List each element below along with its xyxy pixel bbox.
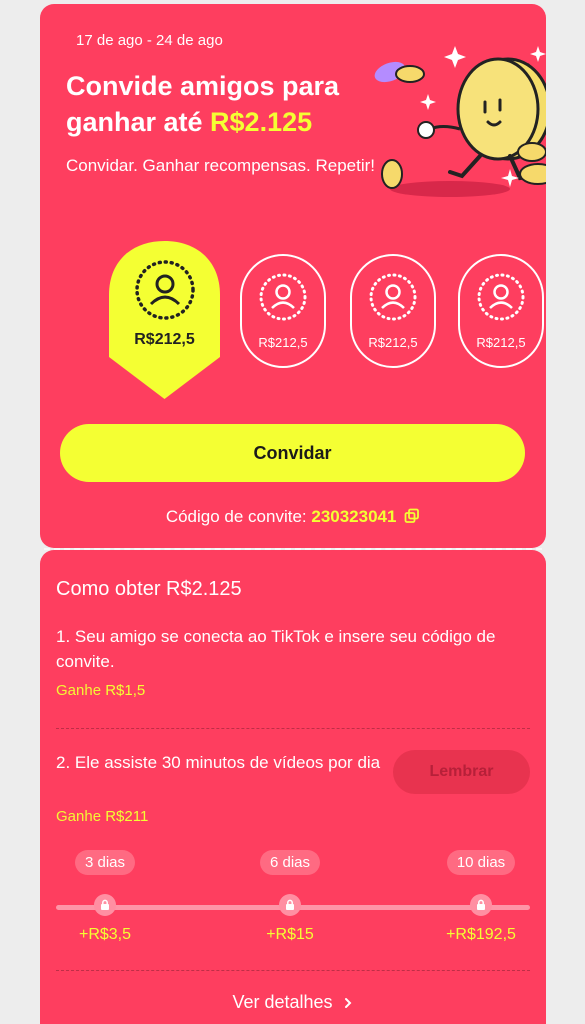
reward-value: R$211 bbox=[105, 808, 149, 825]
reward-step[interactable]: R$212,5 bbox=[458, 254, 544, 368]
milestone-gain: +R$3,5 bbox=[78, 926, 132, 943]
lock-icon bbox=[470, 894, 492, 916]
how-to-earn-card: Como obter R$2.125 1. Seu amigo se conec… bbox=[40, 550, 546, 1024]
remind-button[interactable]: Lembrar bbox=[393, 750, 530, 794]
reward-step[interactable]: R$212,5 bbox=[350, 254, 436, 368]
task-2-text: 2. Ele assiste 30 minutos de vídeos por … bbox=[56, 753, 381, 772]
milestone-gain: +R$192,5 bbox=[446, 926, 516, 943]
lock-icon bbox=[279, 894, 301, 916]
user-icon bbox=[134, 260, 195, 320]
invite-code-label: Código de convite: bbox=[165, 507, 312, 526]
reward-steps: R$212,5 R$212,5 R$212,5 R$212,5 bbox=[40, 239, 546, 409]
see-details-link[interactable]: Ver detalhes bbox=[40, 992, 546, 1013]
see-details-label: Ver detalhes bbox=[232, 992, 333, 1012]
copy-icon[interactable] bbox=[404, 508, 420, 524]
headline: Convide amigos para ganhar até R$2.125 bbox=[66, 68, 386, 140]
subtitle: Convidar. Ganhar recompensas. Repetir! bbox=[66, 156, 375, 175]
task-1-reward: Ganhe R$1,5 bbox=[56, 682, 145, 699]
step-amount: R$212,5 bbox=[476, 335, 526, 350]
milestone-days: 6 dias bbox=[259, 850, 321, 875]
milestone-gain: +R$15 bbox=[266, 926, 314, 943]
milestone: 10 dias +R$192,5 bbox=[431, 850, 531, 943]
reward-label: Ganhe bbox=[56, 682, 106, 699]
how-title: Como obter R$2.125 bbox=[56, 578, 242, 600]
reward-value: R$1,5 bbox=[105, 682, 146, 699]
milestone-days: 10 dias bbox=[446, 850, 516, 875]
divider bbox=[56, 970, 530, 971]
invite-card: 17 de ago - 24 de ago Convide amigos par… bbox=[40, 4, 546, 548]
step-amount: R$212,5 bbox=[368, 335, 418, 350]
milestone-days: 3 dias bbox=[74, 850, 136, 875]
user-icon bbox=[477, 273, 525, 321]
reward-label: Ganhe bbox=[56, 808, 106, 825]
step-amount: R$212,5 bbox=[258, 335, 308, 350]
user-icon bbox=[369, 273, 417, 321]
user-icon bbox=[259, 273, 307, 321]
divider bbox=[56, 728, 530, 729]
reward-step[interactable]: R$212,5 bbox=[240, 254, 326, 368]
headline-amount: R$2.125 bbox=[210, 107, 313, 137]
task-2-reward: Ganhe R$211 bbox=[56, 808, 148, 825]
coin-mascot-illustration bbox=[374, 46, 546, 197]
chevron-right-icon bbox=[344, 998, 351, 1008]
invite-button[interactable]: Convidar bbox=[60, 424, 525, 482]
progress-timeline: 3 dias +R$3,5 6 dias +R$15 10 dias +R$19… bbox=[56, 850, 530, 960]
invite-code[interactable]: 230323041 bbox=[311, 507, 396, 526]
milestone: 6 dias +R$15 bbox=[245, 850, 335, 943]
step-amount: R$212,5 bbox=[134, 331, 195, 348]
invite-code-line: Código de convite: 230323041 bbox=[40, 507, 546, 527]
date-range: 17 de ago - 24 de ago bbox=[76, 32, 223, 49]
lock-icon bbox=[94, 894, 116, 916]
reward-step-active[interactable]: R$212,5 bbox=[107, 239, 222, 401]
milestone: 3 dias +R$3,5 bbox=[60, 850, 150, 943]
task-1-text: 1. Seu amigo se conecta ao TikTok e inse… bbox=[56, 627, 496, 671]
